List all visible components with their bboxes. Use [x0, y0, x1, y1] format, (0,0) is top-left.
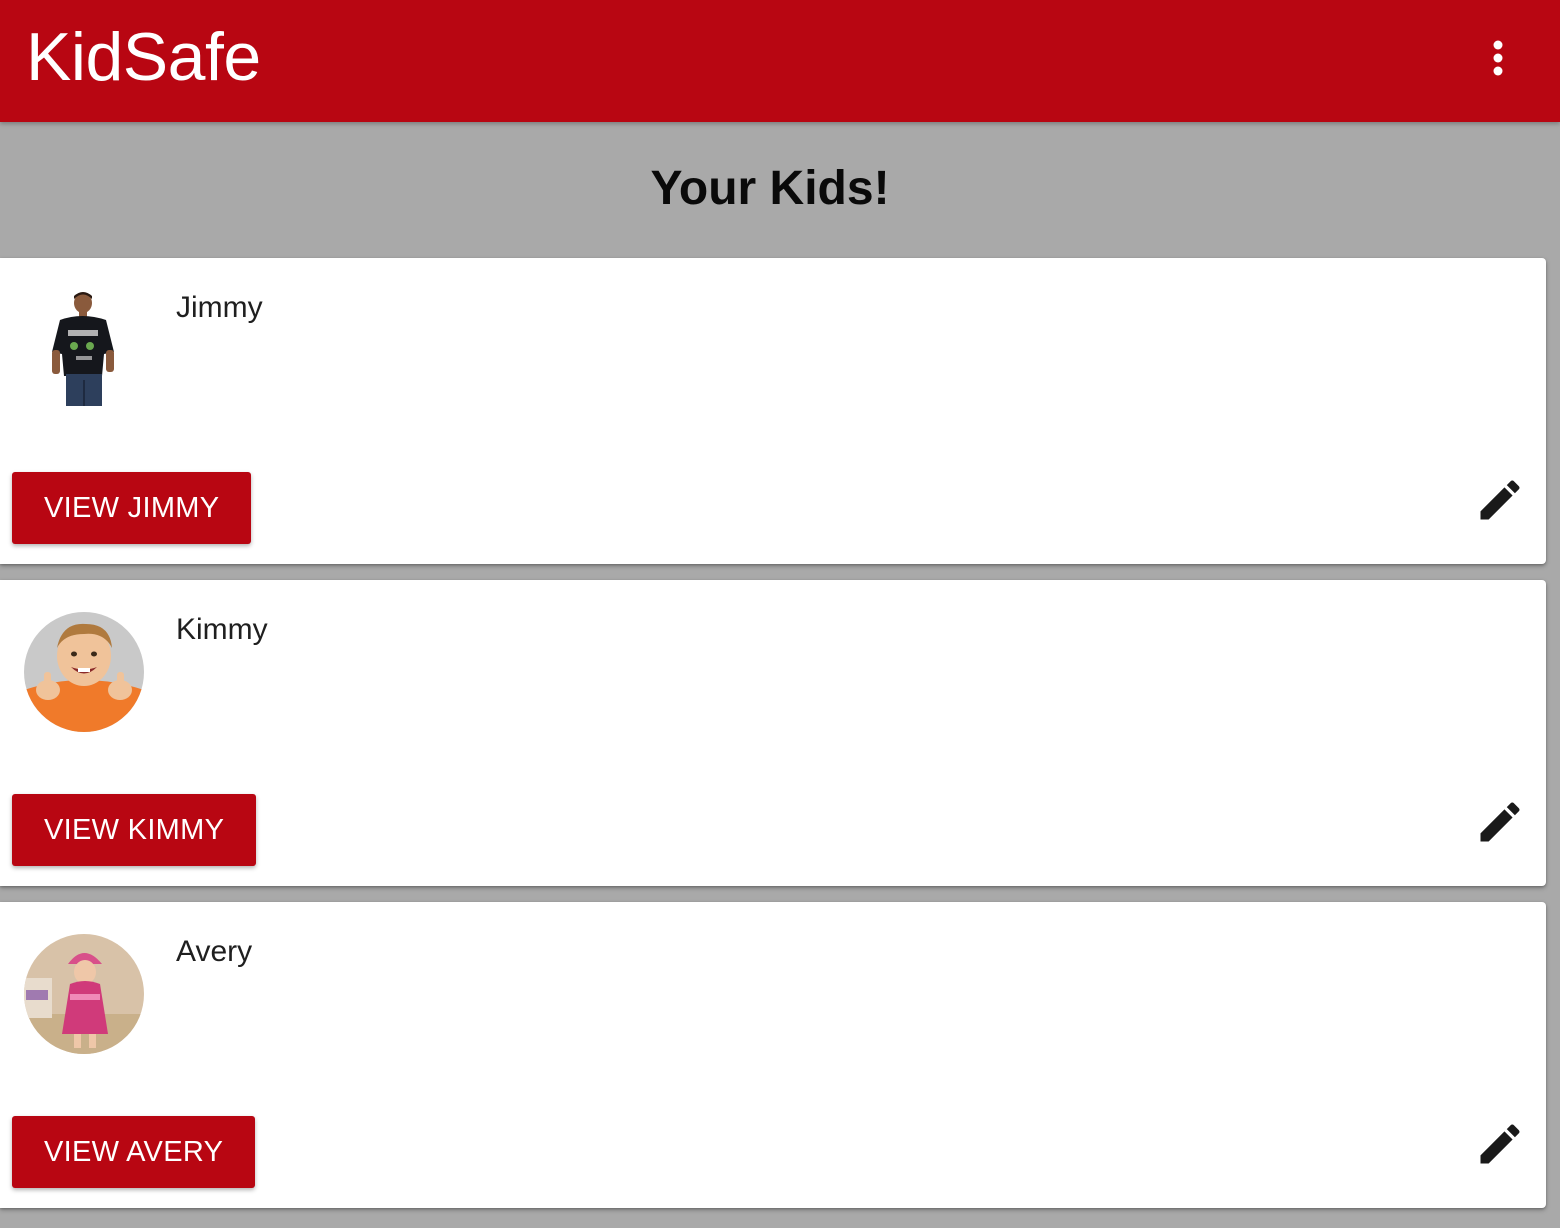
boy-thumbs-up-photo-icon [24, 612, 144, 732]
pencil-icon [1480, 1124, 1520, 1164]
pencil-icon [1480, 802, 1520, 842]
more-vert-icon [1493, 40, 1503, 76]
app-title: KidSafe [26, 19, 261, 95]
kid-avatar-jimmy [24, 290, 144, 410]
view-kimmy-button[interactable]: VIEW KIMMY [12, 794, 257, 866]
kid-card-jimmy: Jimmy VIEW JIMMY [0, 258, 1546, 564]
view-avery-button[interactable]: VIEW AVERY [12, 1116, 256, 1188]
view-jimmy-button[interactable]: VIEW JIMMY [12, 472, 252, 544]
edit-kimmy-button[interactable] [1474, 796, 1526, 848]
pencil-icon [1480, 480, 1520, 520]
kid-name: Jimmy [176, 291, 263, 324]
kid-name: Kimmy [176, 613, 268, 646]
edit-jimmy-button[interactable] [1474, 474, 1526, 526]
kid-name: Avery [176, 935, 253, 968]
kid-card-kimmy: Kimmy VIEW KIMMY [0, 580, 1546, 886]
kid-avatar-kimmy [24, 612, 144, 732]
app-bar: KidSafe [0, 0, 1560, 122]
kid-card-avery: Avery VIEW AVERY [0, 902, 1546, 1208]
page-title: Your Kids! [650, 162, 890, 215]
edit-avery-button[interactable] [1474, 1118, 1526, 1170]
kid-avatar-avery [24, 934, 144, 1054]
boy-photo-icon [52, 292, 114, 406]
girl-costume-photo-icon [24, 934, 144, 1054]
overflow-menu-button[interactable] [1472, 30, 1524, 86]
